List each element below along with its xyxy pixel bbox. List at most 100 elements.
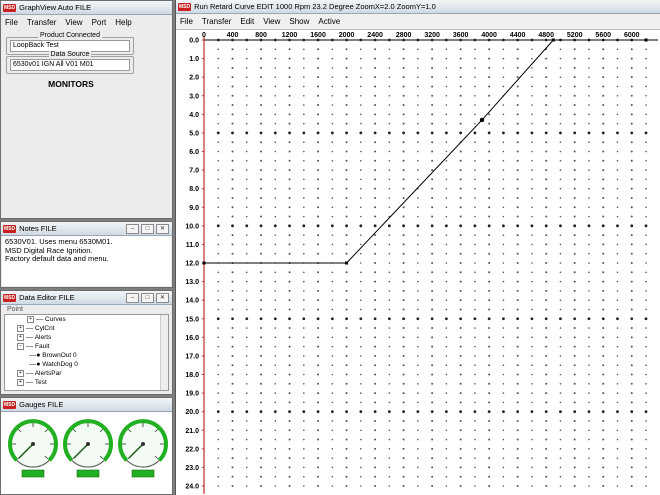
grid-dot (588, 122, 590, 125)
tree-item-alertspar[interactable]: AlertsPar (35, 370, 62, 377)
grid-dot (317, 457, 320, 460)
grid-dot (588, 271, 590, 274)
grid-dot (317, 234, 320, 237)
grid-dot (217, 382, 220, 385)
grid-dot (474, 382, 476, 385)
tree-item-watchdog[interactable]: WatchDog 0 (42, 361, 78, 368)
tree-item-test[interactable]: Test (35, 379, 47, 386)
auto-menu-view[interactable]: View (65, 18, 82, 27)
grid-dot (645, 355, 647, 357)
grid-dot (516, 224, 520, 228)
graph-menu-file[interactable]: File (180, 17, 193, 26)
expand-icon[interactable]: + (17, 324, 24, 332)
expand-icon[interactable]: + (17, 369, 24, 377)
grid-dot (416, 131, 420, 135)
grid-dot (331, 187, 334, 190)
auto-titlebar[interactable]: MSD GraphView Auto FILE (1, 1, 172, 15)
x-tick-label: 1200 (282, 32, 298, 39)
graph-menu-transfer[interactable]: Transfer (202, 17, 232, 26)
grid-dot (588, 308, 590, 311)
tree-item-fault[interactable]: Fault (35, 343, 49, 350)
grid-dot (274, 364, 277, 367)
notes-titlebar[interactable]: MSD Notes FILE – □ ✕ (1, 222, 172, 236)
grid-dot (431, 85, 434, 88)
grid-dot (374, 392, 377, 395)
grid-dot (645, 48, 647, 51)
grid-dot (488, 215, 491, 218)
grid-dot (259, 131, 263, 135)
graph-menu-edit[interactable]: Edit (240, 17, 254, 26)
grid-dot (431, 345, 434, 348)
grid-dot (388, 438, 391, 441)
tree-item-curves[interactable]: Curves (45, 316, 66, 323)
grid-dot (516, 187, 519, 190)
auto-menu-transfer[interactable]: Transfer (27, 18, 57, 27)
minimize-icon[interactable]: – (126, 224, 139, 234)
grid-dot (459, 252, 462, 255)
grid-dot (360, 392, 362, 394)
maximize-icon[interactable]: □ (141, 293, 154, 303)
grid-dot (602, 345, 605, 348)
grid-dot (288, 327, 291, 330)
tree-item-brownout[interactable]: BrownOut 0 (42, 352, 76, 359)
grid-dot (245, 429, 248, 432)
data-tree[interactable]: + –– Curves + –– CylCnt + –– Alerts − –– Fau… (4, 314, 169, 391)
data-editor-titlebar[interactable]: MSD Data Editor FILE – □ ✕ (1, 291, 172, 305)
grid-dot (488, 447, 491, 450)
grid-dot (531, 373, 533, 376)
grid-dot (317, 271, 320, 274)
collapse-icon[interactable]: − (17, 342, 24, 350)
grid-dot (488, 243, 491, 246)
grid-dot (630, 419, 633, 422)
grid-dot (645, 420, 647, 422)
maximize-icon[interactable]: □ (141, 224, 154, 234)
notes-title: Notes FILE (19, 224, 57, 233)
retard-curve-chart[interactable]: 0 400 800 1200 1600 2000 2400 2800 3200 3600 4000 4… (176, 28, 660, 494)
tree-scrollbar[interactable] (160, 315, 168, 390)
graph-menu-active[interactable]: Active (318, 17, 340, 26)
grid-dot (559, 94, 562, 97)
grid-dot (374, 336, 377, 339)
grid-dot (245, 113, 248, 116)
msd-logo-icon: MSD (3, 224, 17, 233)
grid-dot (645, 485, 647, 487)
grid-dot (488, 485, 491, 487)
grid-dot (288, 364, 291, 367)
grid-dot (231, 122, 234, 125)
graph-menu-show[interactable]: Show (289, 17, 309, 26)
grid-dot (602, 48, 605, 51)
auto-menu-help[interactable]: Help (115, 18, 131, 27)
grid-dot (331, 382, 334, 385)
grid-dot (345, 364, 348, 367)
notes-text[interactable]: 6530V01. Uses menu 6530M01. MSD Digital … (2, 236, 171, 286)
minimize-icon[interactable]: – (126, 293, 139, 303)
grid-dot (602, 169, 605, 172)
close-icon[interactable]: ✕ (156, 224, 169, 234)
grid-dot (531, 345, 533, 348)
grid-dot (445, 94, 448, 97)
expand-icon[interactable]: + (17, 333, 24, 341)
grid-dot (588, 327, 590, 329)
grid-dot (316, 410, 320, 414)
graph-titlebar[interactable]: MSD Run Retard Curve EDIT 1000 Rpm 23.2 … (176, 0, 660, 14)
grid-dot (474, 122, 476, 125)
grid-dot (288, 122, 291, 125)
tree-item-cylcnt[interactable]: CylCnt (35, 325, 55, 332)
grid-dot (474, 438, 476, 441)
x-tick-label: 3200 (424, 32, 440, 39)
expand-icon[interactable]: + (27, 315, 34, 323)
grid-dot (516, 271, 519, 274)
gauges-titlebar[interactable]: MSD Gauges FILE (1, 398, 172, 412)
grid-dot (231, 224, 234, 228)
grid-dot (559, 234, 562, 236)
auto-menu-file[interactable]: File (5, 18, 18, 27)
graph-menu-view[interactable]: View (263, 17, 280, 26)
grid-dot (402, 466, 405, 469)
auto-menu-port[interactable]: Port (92, 18, 107, 27)
expand-icon[interactable]: + (17, 378, 24, 386)
grid-dot (274, 290, 277, 292)
grid-dot (530, 317, 534, 321)
close-icon[interactable]: ✕ (156, 293, 169, 303)
tree-item-alerts[interactable]: Alerts (35, 334, 52, 341)
grid-dot (260, 280, 263, 283)
